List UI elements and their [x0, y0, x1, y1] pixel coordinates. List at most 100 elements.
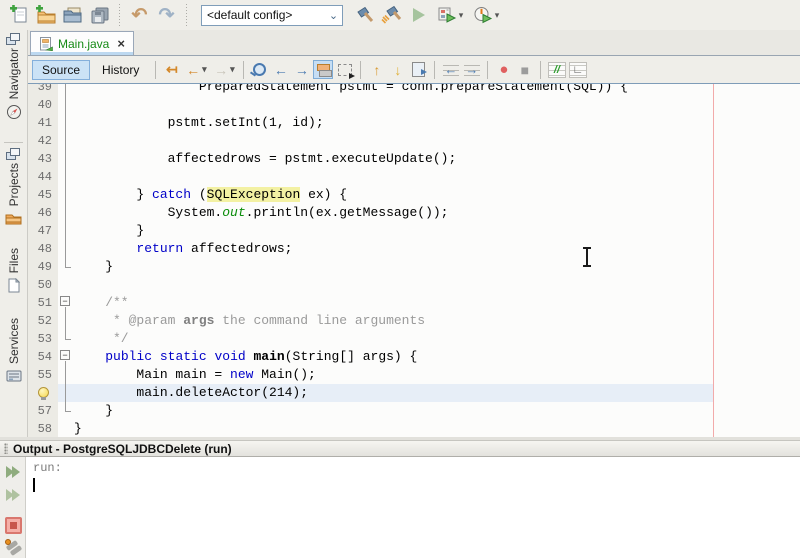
line-number[interactable]: 54 — [28, 348, 58, 366]
drag-grip-icon[interactable] — [4, 443, 8, 454]
hint-lightbulb-icon[interactable] — [38, 387, 49, 400]
line-number[interactable]: 42 — [28, 132, 58, 150]
new-project-button[interactable] — [32, 2, 59, 28]
previous-bookmark-button[interactable]: ↑ — [367, 60, 386, 79]
code-line[interactable]: 39 PreparedStatement pstmt = conn.prepar… — [28, 84, 800, 96]
sidebar-item-files[interactable]: Files — [0, 248, 27, 293]
code-line[interactable]: 42 — [28, 132, 800, 150]
code-line[interactable]: 46 System.out.println(ex.getMessage()); — [28, 204, 800, 222]
line-number[interactable]: 50 — [28, 276, 58, 294]
previous-occurrence-button[interactable]: ← — [271, 60, 290, 79]
dock-window-icon[interactable] — [6, 33, 20, 45]
output-console[interactable]: run: — [27, 457, 800, 558]
start-macro-recording-button[interactable]: ● — [494, 60, 513, 79]
hint-gutter-cell[interactable] — [28, 384, 58, 402]
line-number[interactable]: 58 — [28, 420, 58, 437]
line-number[interactable]: 44 — [28, 168, 58, 186]
profile-project-button[interactable]: ▾ — [468, 2, 504, 28]
line-number[interactable]: 45 — [28, 186, 58, 204]
code-line[interactable]: 53 */ — [28, 330, 800, 348]
open-project-button[interactable] — [59, 2, 86, 28]
source-view-button[interactable]: Source — [32, 59, 91, 80]
line-number[interactable]: 49 — [28, 258, 58, 276]
stop-build-button[interactable] — [3, 516, 23, 535]
code-line[interactable]: 54− public static void main(String[] arg… — [28, 348, 800, 366]
shift-line-right-button[interactable]: → — [462, 60, 481, 79]
code-line[interactable]: 52 * @param args the command line argume… — [28, 312, 800, 330]
next-bookmark-button[interactable]: ↓ — [388, 60, 407, 79]
sidebar-item-navigator[interactable]: Navigator — [0, 48, 27, 120]
code-line[interactable]: 47 } — [28, 222, 800, 240]
code-line[interactable]: 43 affectedrows = pstmt.executeUpdate(); — [28, 150, 800, 168]
code-line[interactable]: 51− /** — [28, 294, 800, 312]
dock-window-icon[interactable] — [6, 148, 20, 160]
code-line[interactable]: main.deleteActor(214); — [28, 384, 800, 402]
rerun-with-parameters-button[interactable] — [3, 485, 23, 504]
code-line[interactable]: 48 return affectedrows; — [28, 240, 800, 258]
output-window-header[interactable]: Output - PostgreSQLJDBCDelete (run) — [0, 440, 800, 457]
stop-macro-recording-button[interactable]: ■ — [515, 60, 534, 79]
forward-button[interactable]: → ▾ — [211, 60, 237, 79]
undo-button[interactable]: ↶ — [126, 2, 153, 28]
line-number[interactable]: 51 — [28, 294, 58, 312]
comment-button[interactable]: // — [547, 60, 566, 79]
line-number[interactable]: 52 — [28, 312, 58, 330]
line-number[interactable]: 41 — [28, 114, 58, 132]
next-bookmark-icon: ↓ — [394, 61, 402, 78]
jump-last-edit-button[interactable]: ↤ — [162, 60, 181, 79]
uncomment-button[interactable]: ∟ — [568, 60, 587, 79]
code-text: } — [74, 403, 114, 418]
toggle-highlight-search-button[interactable] — [313, 60, 334, 79]
fold-guide — [58, 330, 74, 348]
code-line[interactable]: 55 Main main = new Main(); — [28, 366, 800, 384]
save-all-button[interactable] — [86, 2, 113, 28]
rerun-button[interactable] — [3, 462, 23, 481]
code-line[interactable]: 40 — [28, 96, 800, 114]
line-number[interactable]: 43 — [28, 150, 58, 168]
netbeans-window: ↶ ↷ <default config> ⌄ ▾ ▾ Main.java × S… — [0, 0, 800, 558]
toggle-rectangular-selection-button[interactable] — [335, 60, 355, 79]
code-line[interactable]: 57 } — [28, 402, 800, 420]
code-line[interactable]: 41 pstmt.setInt(1, id); — [28, 114, 800, 132]
rerun-icon — [12, 465, 20, 478]
line-number[interactable]: 55 — [28, 366, 58, 384]
code-line[interactable]: 49 } — [28, 258, 800, 276]
bookmark-icon — [412, 62, 428, 77]
code-line[interactable]: 58} — [28, 420, 800, 437]
history-view-button[interactable]: History — [92, 60, 149, 80]
run-project-button[interactable] — [405, 2, 432, 28]
code-fold-toggle[interactable]: − — [58, 294, 74, 312]
line-number[interactable]: 57 — [28, 402, 58, 420]
clean-and-build-button[interactable] — [378, 2, 405, 28]
new-file-button[interactable] — [5, 2, 32, 28]
highlight-search-icon — [313, 60, 334, 79]
toggle-bookmark-button[interactable] — [409, 60, 428, 79]
ant-settings-button[interactable] — [3, 538, 23, 557]
config-select[interactable]: <default config> ⌄ — [201, 4, 343, 26]
close-icon[interactable]: × — [117, 37, 125, 50]
editor-toolbar: Source History ↤ ← ▾ → ▾ ← → ↑ ↓ ← → ● ■ /… — [28, 56, 800, 84]
code-line[interactable]: 45 } catch (SQLException ex) { — [28, 186, 800, 204]
code-fold-toggle[interactable]: − — [58, 348, 74, 366]
code-line[interactable]: 44 — [28, 168, 800, 186]
debug-project-button[interactable]: ▾ — [432, 2, 468, 28]
sidebar-item-projects[interactable]: Projects — [0, 163, 27, 225]
tab-main-java[interactable]: Main.java × — [30, 31, 134, 55]
shift-line-left-button[interactable]: ← — [441, 60, 460, 79]
build-project-button[interactable] — [351, 2, 378, 28]
code-line[interactable]: 50 — [28, 276, 800, 294]
line-number[interactable]: 47 — [28, 222, 58, 240]
next-occurrence-button[interactable]: → — [292, 60, 311, 79]
line-number[interactable]: 40 — [28, 96, 58, 114]
fold-guide — [58, 204, 74, 222]
sidebar-item-services[interactable]: Services — [0, 318, 27, 383]
redo-button[interactable]: ↷ — [153, 2, 180, 28]
back-button[interactable]: ← ▾ — [183, 60, 209, 79]
line-number[interactable]: 53 — [28, 330, 58, 348]
line-number[interactable]: 39 — [28, 84, 58, 96]
code-editor[interactable]: 39 PreparedStatement pstmt = conn.prepar… — [28, 84, 800, 437]
line-number[interactable]: 46 — [28, 204, 58, 222]
line-number[interactable]: 48 — [28, 240, 58, 258]
find-selection-button[interactable] — [250, 60, 269, 79]
chevron-down-icon: ▾ — [230, 64, 235, 74]
